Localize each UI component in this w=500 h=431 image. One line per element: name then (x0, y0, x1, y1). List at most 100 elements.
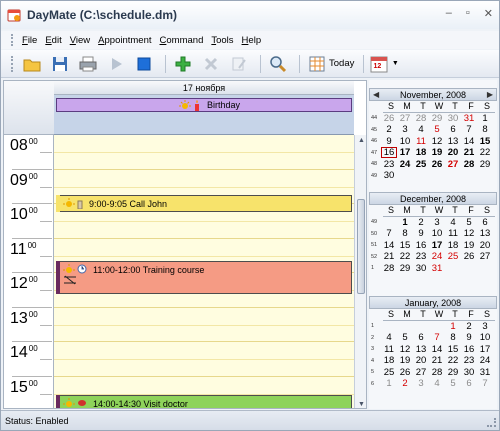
calendar-day[interactable]: 5 (445, 378, 461, 389)
calendar-day[interactable]: 20 (477, 240, 493, 251)
calendar-day[interactable]: 26 (397, 367, 413, 378)
calendar-day[interactable]: 16 (381, 147, 397, 159)
menu-command[interactable]: Command (156, 35, 208, 46)
today-button[interactable]: Today (305, 53, 358, 75)
calendar-day[interactable]: 25 (413, 159, 429, 170)
calendar-day[interactable]: 24 (477, 355, 493, 366)
calendar-day[interactable]: 3 (477, 321, 493, 332)
calendar-day[interactable]: 30 (381, 170, 397, 181)
calendar-day[interactable]: 22 (477, 147, 493, 158)
calendar-day[interactable]: 29 (429, 113, 445, 124)
calendar-day[interactable]: 4 (445, 217, 461, 228)
prev-month-icon[interactable]: ◀ (373, 89, 379, 101)
calendar-day[interactable]: 19 (429, 147, 445, 158)
calendar-day[interactable]: 25 (381, 367, 397, 378)
calendar-day[interactable]: 19 (461, 240, 477, 251)
stop-button[interactable] (132, 53, 156, 75)
calendar-day[interactable]: 1 (445, 321, 461, 332)
vertical-scrollbar[interactable]: ▲ ▼ (354, 135, 366, 408)
calendar-day[interactable]: 11 (381, 344, 397, 355)
toolbar-grip[interactable] (11, 55, 14, 72)
search-button[interactable] (266, 53, 290, 75)
appointment-training-course[interactable]: 11:00-12:00 Training course (56, 261, 352, 294)
calendar-day[interactable]: 23 (413, 251, 429, 262)
calendar-day[interactable]: 5 (429, 124, 445, 135)
calendar-day[interactable]: 20 (445, 147, 461, 158)
calendar-day[interactable]: 27 (397, 113, 413, 124)
calendar-day[interactable]: 3 (429, 217, 445, 228)
calendar-day[interactable]: 29 (397, 263, 413, 274)
calendar-day[interactable]: 6 (461, 378, 477, 389)
calendar-day[interactable]: 26 (461, 251, 477, 262)
calendar-day[interactable]: 12 (461, 228, 477, 239)
menubar-grip[interactable] (11, 34, 14, 46)
calendar-day[interactable]: 6 (413, 332, 429, 343)
maximize-icon[interactable]: ▫ (466, 7, 470, 20)
calendar-day[interactable]: 6 (477, 217, 493, 228)
calendar-day[interactable]: 18 (413, 147, 429, 158)
calendar-day[interactable]: 10 (397, 136, 413, 147)
calendar-day[interactable]: 3 (397, 124, 413, 135)
next-month-icon[interactable]: ▶ (487, 89, 493, 101)
calendar-day[interactable]: 7 (477, 378, 493, 389)
calendar-day[interactable]: 18 (445, 240, 461, 251)
calendar-day[interactable]: 1 (477, 113, 493, 124)
calendar-day[interactable]: 1 (381, 378, 397, 389)
calendar-day[interactable]: 15 (477, 136, 493, 147)
calendar-day[interactable]: 26 (381, 113, 397, 124)
calendar-day[interactable]: 7 (381, 228, 397, 239)
calendar-day[interactable]: 27 (445, 159, 461, 170)
calendar-day[interactable]: 8 (445, 332, 461, 343)
delete-button[interactable] (199, 53, 223, 75)
calendar-day[interactable]: 9 (413, 228, 429, 239)
calendar-day[interactable]: 24 (397, 159, 413, 170)
calendar-day[interactable]: 3 (413, 378, 429, 389)
calendar-day[interactable]: 14 (381, 240, 397, 251)
calendar-day[interactable]: 2 (397, 378, 413, 389)
resize-grip-icon[interactable] (487, 418, 496, 427)
close-icon[interactable]: ✕ (484, 7, 493, 20)
calendar-day[interactable]: 4 (381, 332, 397, 343)
calendar-day[interactable]: 8 (397, 228, 413, 239)
title-bar[interactable]: DayMate (C:\schedule.dm) – ▫ ✕ (1, 1, 499, 29)
calendar-day[interactable]: 28 (381, 263, 397, 274)
calendar-day[interactable]: 25 (445, 251, 461, 262)
calendar-day[interactable]: 22 (397, 251, 413, 262)
calendar-day[interactable]: 8 (477, 124, 493, 135)
calendar-day[interactable]: 13 (477, 228, 493, 239)
calendar-day[interactable]: 12 (397, 344, 413, 355)
calendar-day[interactable]: 17 (477, 344, 493, 355)
menu-view[interactable]: View (66, 35, 94, 46)
all-day-event[interactable]: Birthday (56, 98, 352, 112)
calendar-day[interactable]: 30 (461, 367, 477, 378)
calendar-day[interactable]: 12 (429, 136, 445, 147)
calendar-day[interactable]: 21 (429, 355, 445, 366)
play-button[interactable] (104, 53, 128, 75)
calendar-day[interactable]: 26 (429, 159, 445, 170)
calendar-day[interactable]: 21 (381, 251, 397, 262)
calendar-day[interactable]: 5 (461, 217, 477, 228)
calendar-day[interactable]: 2 (413, 217, 429, 228)
calendar-day[interactable]: 31 (429, 263, 445, 274)
calendar-day[interactable]: 10 (477, 332, 493, 343)
calendar-day[interactable]: 2 (381, 124, 397, 135)
calendar-day[interactable]: 17 (397, 147, 413, 158)
calendar-day[interactable]: 17 (429, 240, 445, 251)
dropdown-arrow-icon[interactable]: ▼ (392, 60, 399, 67)
calendar-day[interactable]: 30 (413, 263, 429, 274)
appointment-call-john[interactable]: 9:00-9:05 Call John (56, 195, 352, 212)
calendar-day[interactable]: 4 (429, 378, 445, 389)
calendar-day[interactable]: 6 (445, 124, 461, 135)
appointment-visit-doctor[interactable]: 14:00-14:30 Visit doctor (56, 395, 352, 408)
calendar-day[interactable]: 14 (429, 344, 445, 355)
all-day-area[interactable]: Birthday (54, 95, 354, 135)
print-button[interactable] (76, 53, 100, 75)
calendar-day[interactable]: 13 (413, 344, 429, 355)
scroll-up-icon[interactable]: ▲ (358, 137, 365, 144)
calendar-day[interactable]: 7 (461, 124, 477, 135)
calendar-day[interactable]: 9 (461, 332, 477, 343)
calendar-day[interactable]: 11 (445, 228, 461, 239)
calendar-day[interactable]: 7 (429, 332, 445, 343)
open-folder-button[interactable] (20, 53, 44, 75)
calendar-day[interactable]: 14 (461, 136, 477, 147)
